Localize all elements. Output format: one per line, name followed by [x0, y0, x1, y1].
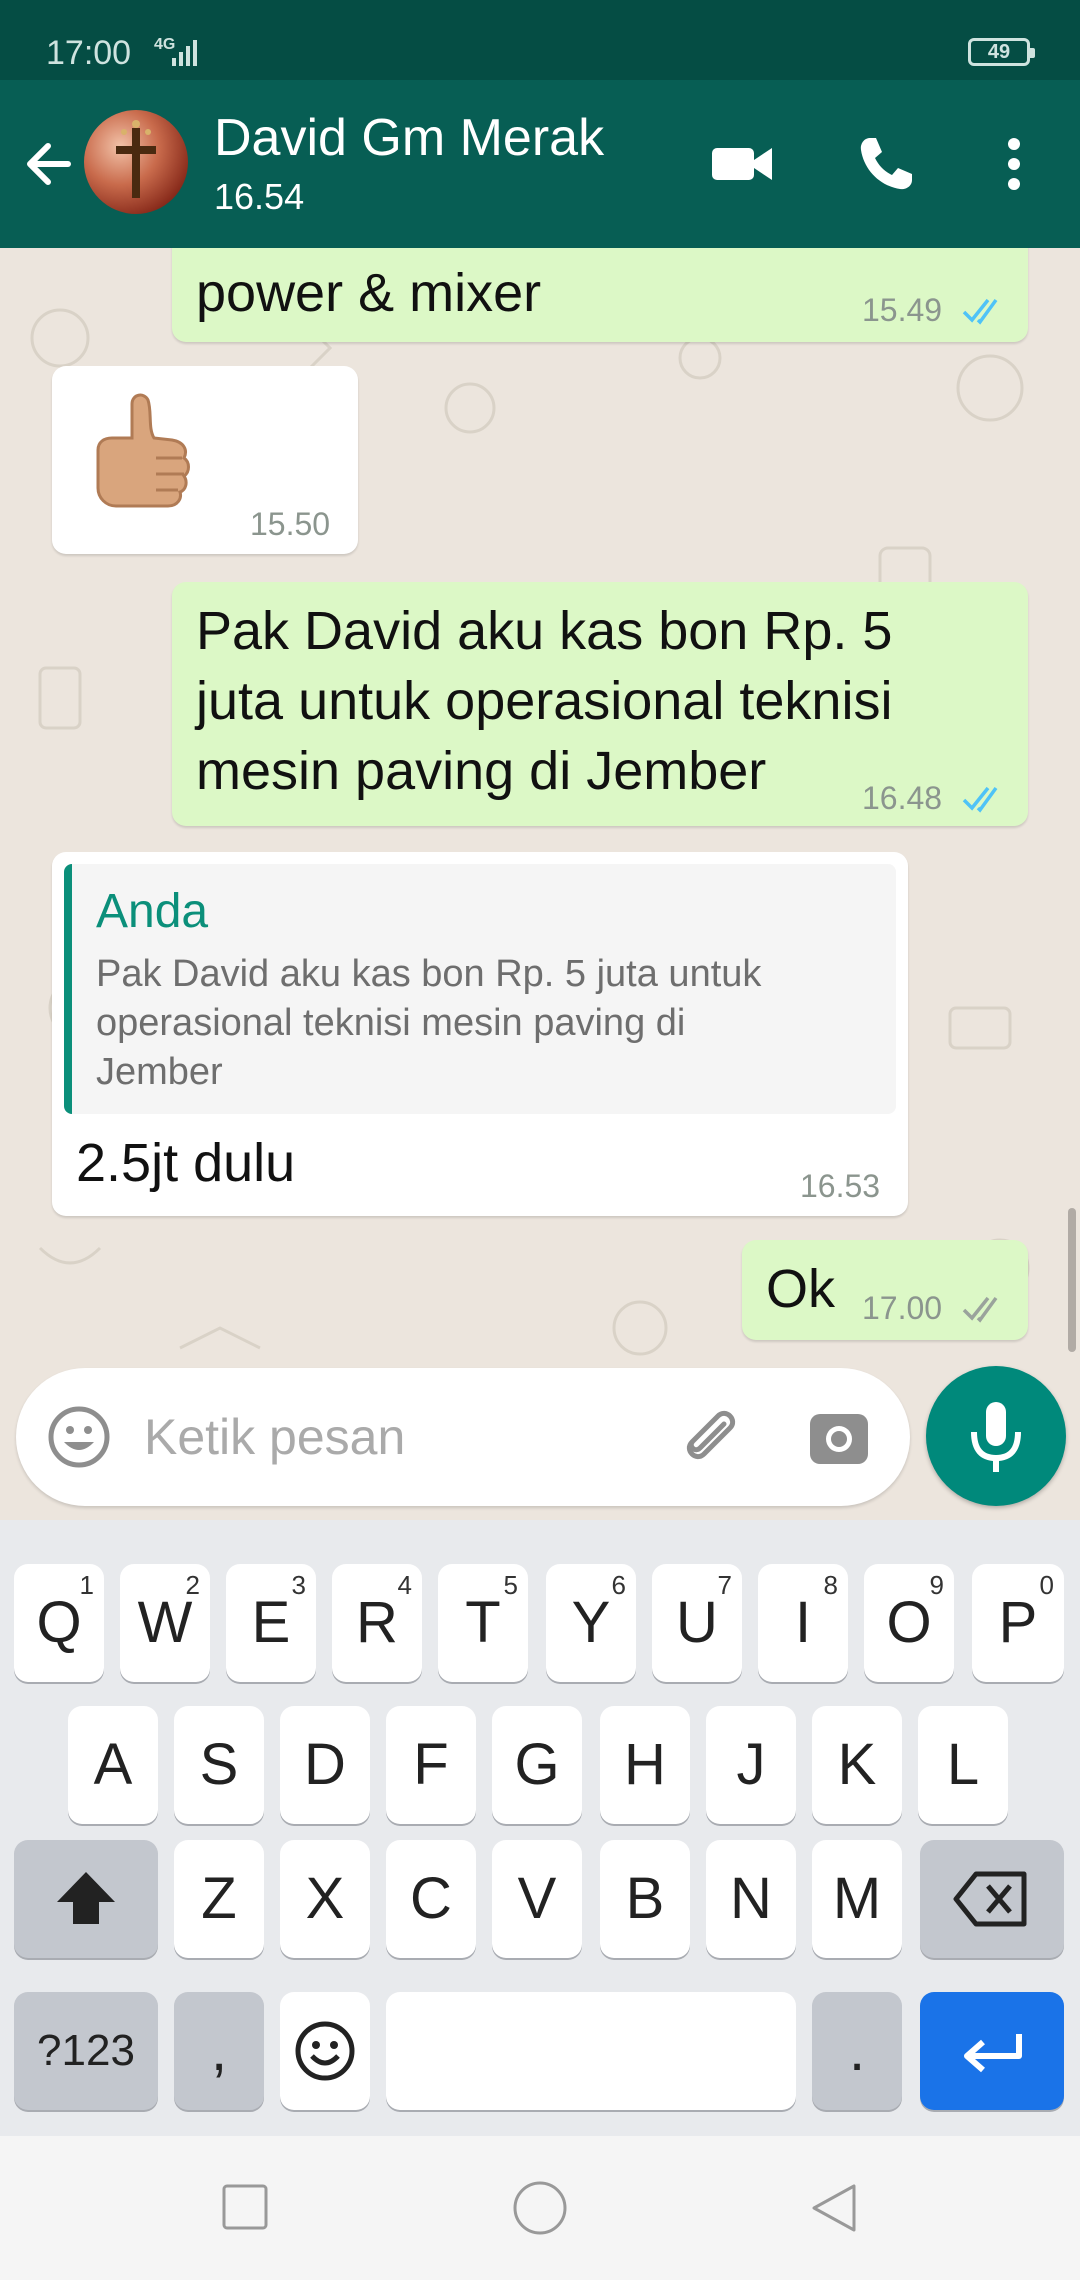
- message-time: 16.48: [862, 780, 943, 816]
- key-c[interactable]: C: [386, 1840, 476, 1958]
- quoted-text: Pak David aku kas bon Rp. 5 juta untuk o…: [96, 950, 866, 1097]
- key-a[interactable]: A: [68, 1706, 158, 1824]
- emoji-icon[interactable]: [46, 1404, 112, 1470]
- key-q[interactable]: Q1: [14, 1564, 104, 1682]
- message-text: Ok: [766, 1259, 836, 1319]
- message-time: 16.53: [800, 1168, 881, 1204]
- quoted-author: Anda: [96, 885, 209, 938]
- home-icon[interactable]: [512, 2180, 568, 2236]
- incoming-reply-message[interactable]: Anda Pak David aku kas bon Rp. 5 juta un…: [52, 852, 908, 1216]
- quoted-message[interactable]: Anda Pak David aku kas bon Rp. 5 juta un…: [64, 864, 896, 1114]
- key-f[interactable]: F: [386, 1706, 476, 1824]
- scrollbar[interactable]: [1068, 1208, 1076, 1352]
- backspace-key[interactable]: [920, 1840, 1064, 1958]
- message-composer[interactable]: Ketik pesan: [16, 1368, 910, 1506]
- back-icon[interactable]: [806, 2180, 862, 2236]
- message-time: 15.49: [862, 292, 943, 328]
- key-z[interactable]: Z: [174, 1840, 264, 1958]
- key-o[interactable]: O9: [864, 1564, 954, 1682]
- key-y[interactable]: Y6: [546, 1564, 636, 1682]
- comma-key[interactable]: ,: [174, 1992, 264, 2110]
- key-h[interactable]: H: [600, 1706, 690, 1824]
- key-x[interactable]: X: [280, 1840, 370, 1958]
- status-time: 17:00: [46, 34, 132, 72]
- cross-icon: [116, 120, 156, 198]
- thumbs-up-sticker-icon: [96, 393, 190, 508]
- quoted-line: Jember: [96, 1051, 223, 1093]
- emoji-icon: [295, 2021, 355, 2081]
- key-k[interactable]: K: [812, 1706, 902, 1824]
- outgoing-message[interactable]: Ok 17.00: [742, 1240, 1028, 1340]
- enter-key[interactable]: [920, 1992, 1064, 2110]
- message-line: mesin paving di Jember: [196, 741, 767, 801]
- message-time: 15.50: [250, 506, 331, 542]
- key-d[interactable]: D: [280, 1706, 370, 1824]
- message-input[interactable]: Ketik pesan: [144, 1408, 405, 1466]
- key-j[interactable]: J: [706, 1706, 796, 1824]
- delivered-receipt-icon: [962, 1296, 998, 1323]
- message-text: 2.5jt dulu: [76, 1133, 296, 1193]
- chat-header: David Gm Merak 16.54: [0, 80, 1080, 248]
- key-w[interactable]: W2: [120, 1564, 210, 1682]
- message-text: power & mixer: [196, 263, 542, 323]
- voice-record-button[interactable]: [926, 1366, 1066, 1506]
- status-bar: 17:00 4G 49: [0, 0, 1080, 80]
- key-l[interactable]: L: [918, 1706, 1008, 1824]
- contact-name[interactable]: David Gm Merak: [214, 108, 604, 168]
- battery-icon: 49: [968, 38, 1035, 66]
- backspace-icon: [953, 1871, 1027, 1927]
- key-e[interactable]: E3: [226, 1564, 316, 1682]
- key-p[interactable]: P0: [972, 1564, 1064, 1682]
- key-v[interactable]: V: [492, 1840, 582, 1958]
- read-receipt-icon: [962, 786, 998, 813]
- camera-icon[interactable]: [806, 1404, 872, 1470]
- message-list[interactable]: power & mixer 15.49 15.50 Pak David aku …: [0, 248, 1080, 1520]
- contact-avatar[interactable]: [84, 110, 188, 214]
- key-n[interactable]: N: [706, 1840, 796, 1958]
- shift-icon: [57, 1872, 115, 1924]
- soft-keyboard: Q1 W2 E3 R4 T5 Y6 U7 I8 O9 P0 A S D F G …: [0, 1520, 1080, 2136]
- key-t[interactable]: T5: [438, 1564, 528, 1682]
- system-nav-bar: [0, 2136, 1080, 2280]
- key-m[interactable]: M: [812, 1840, 902, 1958]
- message-line: juta untuk operasional teknisi: [196, 671, 893, 731]
- microphone-icon: [971, 1402, 1021, 1472]
- enter-icon: [964, 2034, 1022, 2073]
- battery-level: 49: [987, 41, 1011, 63]
- read-receipt-icon: [962, 298, 998, 325]
- key-s[interactable]: S: [174, 1706, 264, 1824]
- symbols-key[interactable]: ?123: [14, 1992, 158, 2110]
- quoted-line: Pak David aku kas bon Rp. 5 juta untuk: [96, 953, 762, 995]
- outgoing-message[interactable]: power & mixer 15.49: [172, 248, 1028, 342]
- key-r[interactable]: R4: [332, 1564, 422, 1682]
- message-line: Pak David aku kas bon Rp. 5: [196, 601, 893, 661]
- key-u[interactable]: U7: [652, 1564, 742, 1682]
- outgoing-message[interactable]: Pak David aku kas bon Rp. 5 juta untuk o…: [172, 582, 1028, 826]
- message-time: 17.00: [862, 1290, 943, 1326]
- key-i[interactable]: I8: [758, 1564, 848, 1682]
- last-seen: 16.54: [214, 176, 305, 217]
- shift-key[interactable]: [14, 1840, 158, 1958]
- quoted-line: operasional teknisi mesin paving di: [96, 1002, 686, 1044]
- key-b[interactable]: B: [600, 1840, 690, 1958]
- video-call-icon[interactable]: [708, 130, 776, 198]
- back-arrow-icon[interactable]: [18, 134, 78, 194]
- signal-icon: [172, 40, 197, 66]
- period-key[interactable]: .: [812, 1992, 902, 2110]
- incoming-sticker-message[interactable]: 15.50: [52, 366, 358, 554]
- space-key[interactable]: [386, 1992, 796, 2110]
- emoji-key[interactable]: [280, 1992, 370, 2110]
- recent-apps-icon[interactable]: [220, 2182, 270, 2232]
- voice-call-icon[interactable]: [852, 130, 920, 198]
- key-g[interactable]: G: [492, 1706, 582, 1824]
- more-options-icon[interactable]: [980, 130, 1048, 198]
- attach-icon[interactable]: [676, 1402, 746, 1472]
